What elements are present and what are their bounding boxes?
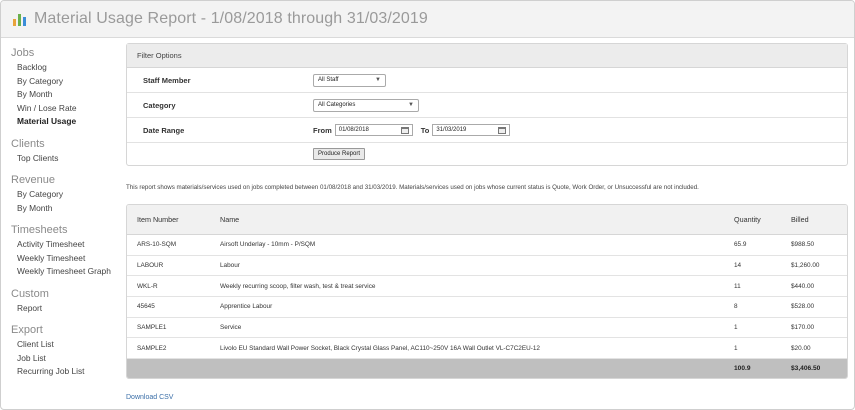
cell-billed: $988.50 <box>791 241 815 249</box>
report-description: This report shows materials/services use… <box>126 184 699 191</box>
total-quantity: 100.9 <box>734 365 751 373</box>
table-header-row: Item Number Name Quantity Billed <box>127 205 847 235</box>
filter-row-staff: Staff Member All Staff ▼ <box>127 68 847 93</box>
cell-item-number: SAMPLE2 <box>137 344 167 352</box>
filter-panel-title: Filter Options <box>127 44 847 68</box>
download-csv-link[interactable]: Download CSV <box>126 394 173 401</box>
cell-quantity: 1 <box>734 324 738 332</box>
sidebar-item-activity-timesheet[interactable]: Activity Timesheet <box>11 238 116 252</box>
table-row: 45645 Apprentice Labour 8 $528.00 <box>127 297 847 318</box>
to-date-input[interactable]: 31/03/2019 <box>432 124 511 136</box>
cell-item-number: LABOUR <box>137 262 164 270</box>
sidebar-item-top-clients[interactable]: Top Clients <box>11 152 116 166</box>
sidebar-item-weekly-timesheet[interactable]: Weekly Timesheet <box>11 252 116 266</box>
cell-name: Apprentice Labour <box>220 303 273 311</box>
cell-item-number: SAMPLE1 <box>137 324 167 332</box>
sidebar-section-jobs: Jobs Backlog By Category By Month Win / … <box>11 47 116 129</box>
total-billed: $3,406.50 <box>791 365 821 373</box>
sidebar-heading: Revenue <box>11 174 56 186</box>
sidebar-section-timesheets: Timesheets Activity Timesheet Weekly Tim… <box>11 224 116 279</box>
category-label: Category <box>143 100 176 110</box>
sidebar-item-jobs-by-category[interactable]: By Category <box>11 75 116 89</box>
sidebar-heading: Clients <box>11 137 45 150</box>
cell-billed: $170.00 <box>791 324 815 332</box>
col-header-item-number: Item Number <box>137 215 179 224</box>
sidebar-item-backlog[interactable]: Backlog <box>11 61 116 75</box>
cell-name: Service <box>220 324 242 332</box>
calendar-icon[interactable] <box>400 126 409 134</box>
cell-quantity: 65.9 <box>734 241 747 249</box>
cell-billed: $528.00 <box>791 303 815 311</box>
cell-billed: $20.00 <box>791 344 811 352</box>
cell-billed: $1,260.00 <box>791 262 820 270</box>
sidebar-item-win-lose-rate[interactable]: Win / Lose Rate <box>11 102 116 116</box>
date-range-label: Date Range <box>143 125 185 135</box>
sidebar-heading: Custom <box>11 287 49 300</box>
cell-quantity: 1 <box>734 344 738 352</box>
staff-member-label: Staff Member <box>143 75 191 85</box>
sidebar-item-recurring-job-list[interactable]: Recurring Job List <box>11 365 116 379</box>
chevron-down-icon: ▼ <box>375 77 381 83</box>
sidebar-item-jobs-by-month[interactable]: By Month <box>11 88 116 102</box>
table-row: LABOUR Labour 14 $1,260.00 <box>127 255 847 277</box>
category-value: All Categories <box>318 102 356 108</box>
page-title: Material Usage Report - 1/08/2018 throug… <box>34 10 428 27</box>
table-row: SAMPLE2 Livolo EU Standard Wall Power So… <box>127 338 847 360</box>
to-date-value: 31/03/2019 <box>436 127 467 133</box>
col-header-name: Name <box>220 215 240 224</box>
cell-item-number: ARS-10-SQM <box>137 241 177 249</box>
filter-row-date-range: Date Range From 01/08/2018 To 31/03/2019 <box>127 118 847 143</box>
filter-row-category: Category All Categories ▼ <box>127 93 847 118</box>
from-date-input[interactable]: 01/08/2018 <box>334 124 413 136</box>
filter-panel: Filter Options Staff Member All Staff ▼ … <box>126 43 848 166</box>
sidebar-item-custom-report[interactable]: Report <box>11 302 116 316</box>
sidebar-section-clients: Clients Top Clients <box>11 138 116 166</box>
app-window: Material Usage Report - 1/08/2018 throug… <box>0 0 855 410</box>
cell-item-number: 45645 <box>137 303 155 311</box>
sidebar-item-weekly-timesheet-graph[interactable]: Weekly Timesheet Graph <box>11 265 116 279</box>
page-header: Material Usage Report - 1/08/2018 throug… <box>1 1 854 38</box>
main-content: Filter Options Staff Member All Staff ▼ … <box>126 43 848 166</box>
sidebar-nav: Jobs Backlog By Category By Month Win / … <box>11 47 116 388</box>
sidebar-item-material-usage[interactable]: Material Usage <box>11 115 116 129</box>
material-usage-table: Item Number Name Quantity Billed ARS-10-… <box>126 204 848 380</box>
sidebar-item-job-list[interactable]: Job List <box>11 352 116 366</box>
table-row: WKL-R Weekly recurring scoop, filter was… <box>127 276 847 298</box>
cell-quantity: 11 <box>734 282 741 290</box>
from-label: From <box>313 125 332 135</box>
sidebar-heading: Export <box>11 324 43 336</box>
staff-member-value: All Staff <box>318 77 339 83</box>
bar-chart-icon <box>13 14 26 26</box>
cell-name: Airsoft Underlay - 10mm - P/SQM <box>220 241 316 249</box>
staff-member-select[interactable]: All Staff ▼ <box>313 73 386 87</box>
cell-quantity: 14 <box>734 262 742 270</box>
chevron-down-icon: ▼ <box>408 102 414 108</box>
filter-row-submit: Produce Report <box>127 143 847 165</box>
sidebar-item-revenue-by-category[interactable]: By Category <box>11 188 116 202</box>
table-row: SAMPLE1 Service 1 $170.00 <box>127 317 847 339</box>
sidebar-item-client-list[interactable]: Client List <box>11 338 116 352</box>
to-label: To <box>420 125 430 135</box>
col-header-billed: Billed <box>791 215 809 224</box>
sidebar-item-revenue-by-month[interactable]: By Month <box>11 202 116 216</box>
produce-report-button[interactable]: Produce Report <box>313 148 366 160</box>
cell-quantity: 8 <box>734 303 738 311</box>
sidebar-section-revenue: Revenue By Category By Month <box>11 174 116 215</box>
cell-name: Weekly recurring scoop, filter wash, tes… <box>220 282 376 290</box>
cell-billed: $440.00 <box>791 282 815 290</box>
cell-name: Livolo EU Standard Wall Power Socket, Bl… <box>220 344 540 352</box>
sidebar-heading: Timesheets <box>11 224 68 236</box>
table-total-row: 100.9 $3,406.50 <box>127 359 847 379</box>
from-date-value: 01/08/2018 <box>338 127 369 133</box>
sidebar-heading: Jobs <box>11 47 35 59</box>
table-row: ARS-10-SQM Airsoft Underlay - 10mm - P/S… <box>127 235 847 256</box>
category-select[interactable]: All Categories ▼ <box>313 98 419 112</box>
sidebar-section-export: Export Client List Job List Recurring Jo… <box>11 324 116 379</box>
cell-item-number: WKL-R <box>137 282 158 290</box>
cell-name: Labour <box>220 262 240 270</box>
calendar-icon[interactable] <box>498 126 507 134</box>
col-header-quantity: Quantity <box>734 215 761 224</box>
sidebar-section-custom: Custom Report <box>11 288 116 316</box>
